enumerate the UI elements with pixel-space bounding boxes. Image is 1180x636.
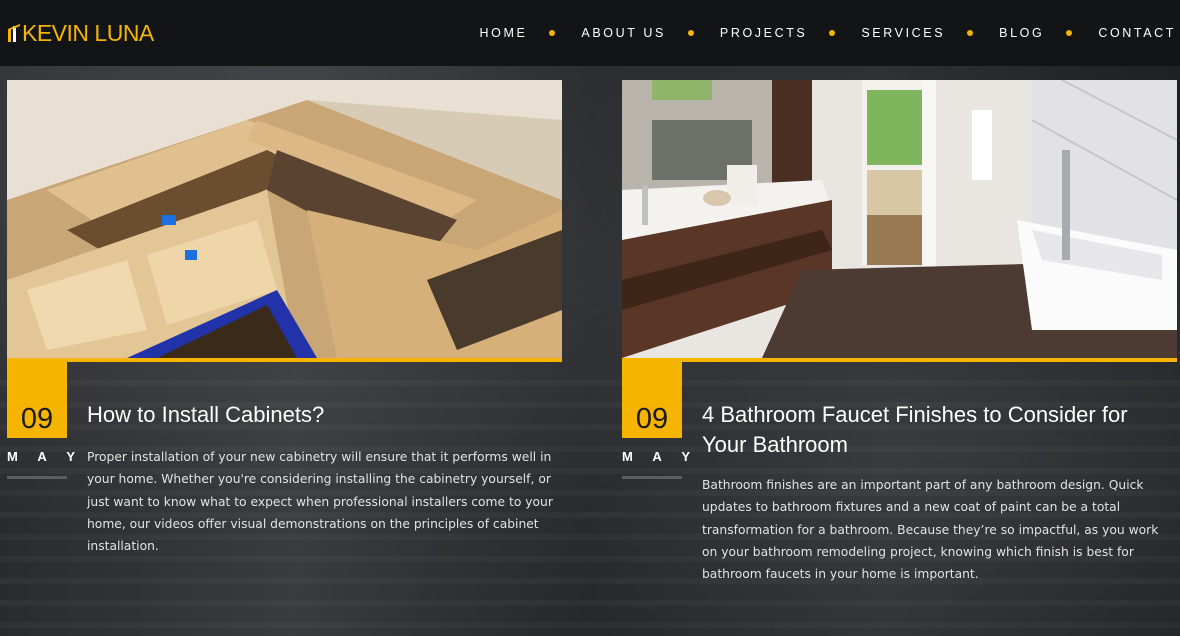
nav-services[interactable]: SERVICES xyxy=(861,26,945,40)
bathroom-photo xyxy=(622,80,1177,358)
nav-home[interactable]: HOME xyxy=(480,26,528,40)
month-letter: M xyxy=(622,449,633,464)
post-date-day: 09 xyxy=(635,403,669,435)
month-letter: A xyxy=(37,449,47,464)
nav-separator-dot xyxy=(687,30,694,36)
nav-separator-dot xyxy=(549,30,556,36)
date-underline xyxy=(7,476,67,479)
nav-separator-dot xyxy=(967,30,974,36)
month-letter: A xyxy=(652,449,662,464)
post-image-bathroom[interactable] xyxy=(622,80,1177,362)
post-image-cabinets[interactable] xyxy=(7,80,562,362)
nav-projects[interactable]: PROJECTS xyxy=(720,26,807,40)
post-title[interactable]: How to Install Cabinets? xyxy=(87,400,324,430)
nav-contact[interactable]: CONTACT xyxy=(1098,26,1176,40)
nav-separator-dot xyxy=(829,30,836,36)
nav-blog[interactable]: BLOG xyxy=(999,26,1044,40)
post-date-badge: 09 xyxy=(622,362,682,438)
blog-post-card: 09 M A Y How to Install Cabinets? Proper… xyxy=(7,80,562,600)
post-date-month: M A Y xyxy=(7,449,75,464)
month-letter: Y xyxy=(681,449,690,464)
date-underline xyxy=(622,476,682,479)
cabinet-install-photo xyxy=(7,80,562,358)
post-date-month: M A Y xyxy=(622,449,690,464)
month-letter: Y xyxy=(66,449,75,464)
post-excerpt: Bathroom finishes are an important part … xyxy=(702,478,1159,582)
month-letter: M xyxy=(7,449,18,464)
main-nav: HOME ABOUT US PROJECTS SERVICES BLOG CON… xyxy=(480,24,1180,42)
site-header: KEVIN LUNA HOME ABOUT US PROJECTS SERVIC… xyxy=(0,0,1180,66)
logo-icon xyxy=(8,24,20,42)
nav-separator-dot xyxy=(1066,30,1073,36)
blog-post-card: 09 M A Y 4 Bathroom Faucet Finishes to C… xyxy=(622,80,1177,600)
post-date-day: 09 xyxy=(20,403,54,435)
logo-text: KEVIN LUNA xyxy=(22,19,154,46)
post-title[interactable]: 4 Bathroom Faucet Finishes to Consider f… xyxy=(702,400,1172,460)
nav-about-us[interactable]: ABOUT US xyxy=(581,26,665,40)
post-excerpt: Proper installation of your new cabinetr… xyxy=(87,450,553,554)
post-date-badge: 09 xyxy=(7,362,67,438)
site-logo[interactable]: KEVIN LUNA xyxy=(8,18,154,48)
